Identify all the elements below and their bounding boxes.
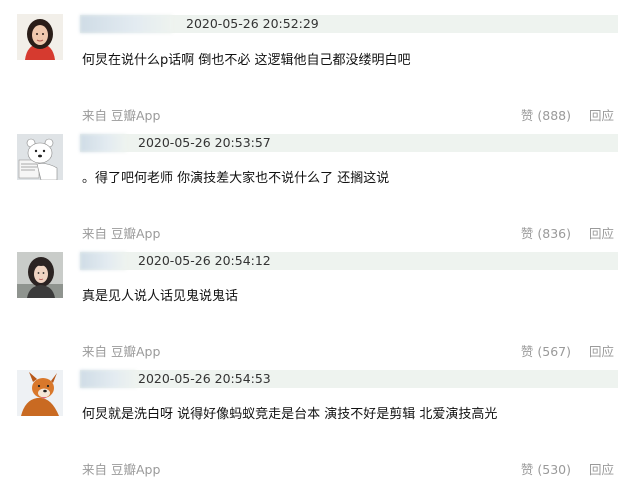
comment-timestamp: 2020-05-26 20:52:29	[186, 16, 319, 31]
bear-icon	[17, 134, 63, 180]
comment-footer: 来自 豆瓣App 赞 (530) 回应	[82, 461, 616, 479]
avatar[interactable]	[17, 370, 63, 416]
comment-text: 何炅就是洗白呀 说得好像蚂蚁竞走是台本 演技不好是剪辑 北爱演技高光	[82, 407, 498, 422]
avatar[interactable]	[17, 14, 63, 60]
reply-button[interactable]: 回应	[589, 462, 614, 477]
woman-portrait-icon	[17, 14, 63, 60]
comment-text: 何炅在说什么p话啊 倒也不必 这逻辑他自己都没缕明白吧	[82, 53, 411, 68]
comment-item: 2020-05-26 20:54:12 真是见人说人话见鬼说鬼话 来自 豆瓣Ap…	[0, 236, 640, 359]
comment-text: 真是见人说人话见鬼说鬼话	[82, 289, 239, 304]
comment-item: 2020-05-26 20:52:29 何炅在说什么p话啊 倒也不必 这逻辑他自…	[0, 0, 640, 123]
comment-meta-bar: 2020-05-26 20:53:57	[80, 134, 618, 152]
comment-timestamp: 2020-05-26 20:54:53	[138, 371, 271, 386]
comment-meta-bar: 2020-05-26 20:52:29	[80, 15, 618, 33]
comment-text: 。得了吧何老师 你演技差大家也不说什么了 还搁这说	[82, 171, 390, 186]
comment-source: 来自 豆瓣App	[82, 462, 161, 477]
comment-timestamp: 2020-05-26 20:53:57	[138, 135, 271, 150]
username-blurred[interactable]	[80, 134, 126, 152]
username-blurred[interactable]	[80, 370, 136, 388]
like-button[interactable]: 赞 (530)	[521, 462, 571, 477]
comment-item: 2020-05-26 20:53:57 。得了吧何老师 你演技差大家也不说什么了…	[0, 118, 640, 241]
comment-meta-bar: 2020-05-26 20:54:53	[80, 370, 618, 388]
avatar[interactable]	[17, 252, 63, 298]
comment-actions: 赞 (530) 回应	[521, 461, 614, 479]
username-blurred[interactable]	[80, 252, 126, 270]
comment-timestamp: 2020-05-26 20:54:12	[138, 253, 271, 268]
dog-icon	[17, 370, 63, 416]
girl-portrait-icon	[17, 252, 63, 298]
username-blurred[interactable]	[80, 15, 172, 33]
avatar[interactable]	[17, 134, 63, 180]
comment-item: 2020-05-26 20:54:53 何炅就是洗白呀 说得好像蚂蚁竞走是台本 …	[0, 354, 640, 477]
comment-meta-bar: 2020-05-26 20:54:12	[80, 252, 618, 270]
